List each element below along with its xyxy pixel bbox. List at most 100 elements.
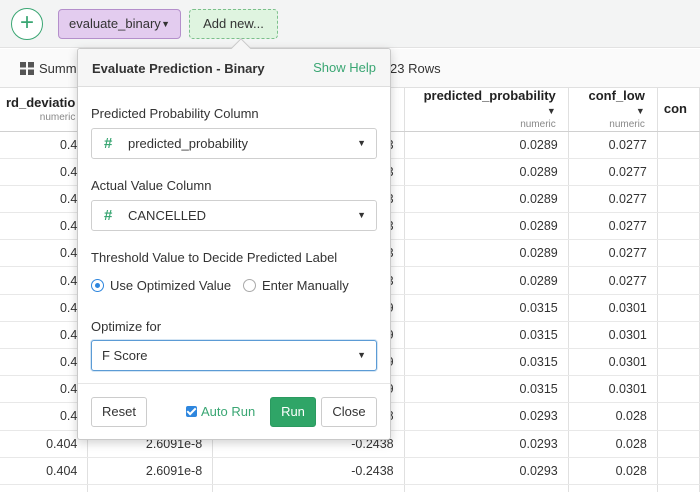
column-type: numeric — [39, 112, 76, 124]
table-cell: 0.0315 — [404, 321, 569, 350]
column-type: numeric — [520, 119, 556, 131]
table-cell — [212, 484, 405, 492]
table-cell: 0.4 — [0, 185, 89, 214]
add-step-button[interactable]: + — [11, 8, 43, 40]
table-cell: 0.0289 — [404, 131, 569, 159]
table-cell — [657, 402, 700, 431]
column-name: conf_low — [588, 88, 645, 104]
optimize-for-select[interactable]: F Score ▼ — [91, 340, 377, 371]
column-header[interactable]: predicted_probability ▼ numeric — [404, 88, 569, 132]
show-help-link[interactable]: Show Help — [313, 60, 376, 75]
table-cell — [657, 131, 700, 159]
table-cell — [657, 375, 700, 404]
actual-value-select[interactable]: # CANCELLED ▼ — [91, 200, 377, 231]
table-cell: 0.0301 — [568, 375, 658, 404]
optimize-for-label: Optimize for — [91, 319, 162, 334]
table-cell: 0.4 — [0, 131, 89, 159]
table-cell — [0, 484, 89, 492]
row-count: 23 Rows — [390, 61, 441, 76]
table-cell — [657, 185, 700, 214]
table-cell: -0.2438 — [212, 457, 405, 485]
dialog-footer: Reset Auto Run Run Close — [78, 383, 390, 439]
evaluate-prediction-dialog: Evaluate Prediction - Binary Show Help P… — [77, 38, 391, 440]
table-cell: 0.0301 — [568, 348, 658, 377]
table-cell — [657, 158, 700, 186]
table-cell: 0.4 — [0, 375, 89, 404]
table-cell: 0.0277 — [568, 266, 658, 295]
table-cell — [657, 239, 700, 268]
table-cell: 0.0301 — [568, 321, 658, 350]
table-cell: 0.0289 — [404, 158, 569, 186]
radio-optimized-label: Use Optimized Value — [110, 278, 232, 293]
predicted-probability-value: predicted_probability — [128, 136, 248, 151]
column-name: con — [663, 100, 687, 116]
table-cell: 0.0315 — [404, 348, 569, 377]
column-header[interactable]: conf_low ▼ numeric — [568, 88, 658, 132]
table-cell — [657, 348, 700, 377]
table-cell: 0.0301 — [568, 294, 658, 322]
table-cell: 0.0315 — [404, 294, 569, 322]
reset-button[interactable]: Reset — [91, 397, 147, 427]
chevron-down-icon[interactable]: ▼ — [547, 106, 556, 116]
radio-selected-icon — [91, 279, 104, 292]
table-cell: 0.0315 — [404, 375, 569, 404]
table-cell: 0.0289 — [404, 239, 569, 268]
chevron-down-icon[interactable]: ▼ — [636, 106, 645, 116]
actual-value-value: CANCELLED — [128, 208, 207, 223]
table-cell — [404, 484, 569, 492]
predicted-probability-select[interactable]: # predicted_probability ▼ — [91, 128, 377, 159]
run-button[interactable]: Run — [270, 397, 316, 427]
table-cell: 0.0277 — [568, 158, 658, 186]
column-name: predicted_probability — [423, 88, 556, 104]
table-cell: 0.0293 — [404, 430, 569, 458]
table-cell: 0.404 — [0, 430, 89, 458]
summary-label: Summ — [39, 61, 77, 76]
actual-value-label: Actual Value Column — [91, 178, 212, 193]
table-cell — [657, 266, 700, 295]
table-cell: 2.6091e-8 — [87, 457, 214, 485]
summary-tab[interactable]: Summ — [20, 61, 77, 76]
table-row: 0.404 2.6091e-8 -0.2438 0.0293 0.028 — [0, 457, 700, 485]
chevron-down-icon: ▼ — [357, 210, 366, 220]
predicted-probability-label: Predicted Probability Column — [91, 106, 259, 121]
add-new-step-button[interactable]: Add new... — [189, 9, 278, 39]
table-cell: 0.0277 — [568, 185, 658, 214]
table-cell — [657, 484, 700, 492]
table-cell — [657, 212, 700, 241]
radio-unselected-icon — [243, 279, 256, 292]
optimize-for-value: F Score — [102, 348, 148, 363]
table-row — [0, 484, 700, 492]
dialog-title: Evaluate Prediction - Binary — [92, 61, 265, 76]
top-toolbar: + evaluate_binary ▼ Add new... — [0, 0, 700, 48]
table-cell — [87, 484, 214, 492]
numeric-type-icon: # — [104, 135, 113, 152]
table-cell: 0.0277 — [568, 212, 658, 241]
grid-icon — [20, 62, 34, 75]
column-header[interactable]: con — [657, 88, 700, 132]
checkbox-checked-icon — [186, 406, 197, 417]
table-cell — [657, 457, 700, 485]
table-cell — [657, 430, 700, 458]
table-cell: 0.028 — [568, 457, 658, 485]
auto-run-label: Auto Run — [201, 404, 256, 419]
dialog-header: Evaluate Prediction - Binary Show Help — [78, 49, 390, 87]
table-cell: 0.4 — [0, 266, 89, 295]
radio-use-optimized[interactable]: Use Optimized Value — [91, 278, 231, 293]
table-cell: 0.0277 — [568, 239, 658, 268]
close-button[interactable]: Close — [321, 397, 377, 427]
table-cell: 0.4 — [0, 348, 89, 377]
table-cell: 0.0293 — [404, 402, 569, 431]
table-cell: 0.0289 — [404, 212, 569, 241]
column-name: rd_deviatio — [6, 95, 76, 111]
step-evaluate-binary[interactable]: evaluate_binary ▼ — [58, 9, 181, 39]
table-cell: 0.4 — [0, 158, 89, 186]
auto-run-checkbox[interactable]: Auto Run — [186, 404, 255, 419]
table-cell — [568, 484, 658, 492]
radio-enter-manually[interactable]: Enter Manually — [243, 278, 349, 293]
column-type: numeric — [609, 119, 645, 131]
column-header[interactable]: rd_deviatio numeric — [0, 88, 89, 132]
table-cell: 0.0289 — [404, 266, 569, 295]
chevron-down-icon: ▼ — [357, 350, 366, 360]
table-cell: 0.4 — [0, 402, 89, 431]
table-cell: 0.404 — [0, 457, 89, 485]
